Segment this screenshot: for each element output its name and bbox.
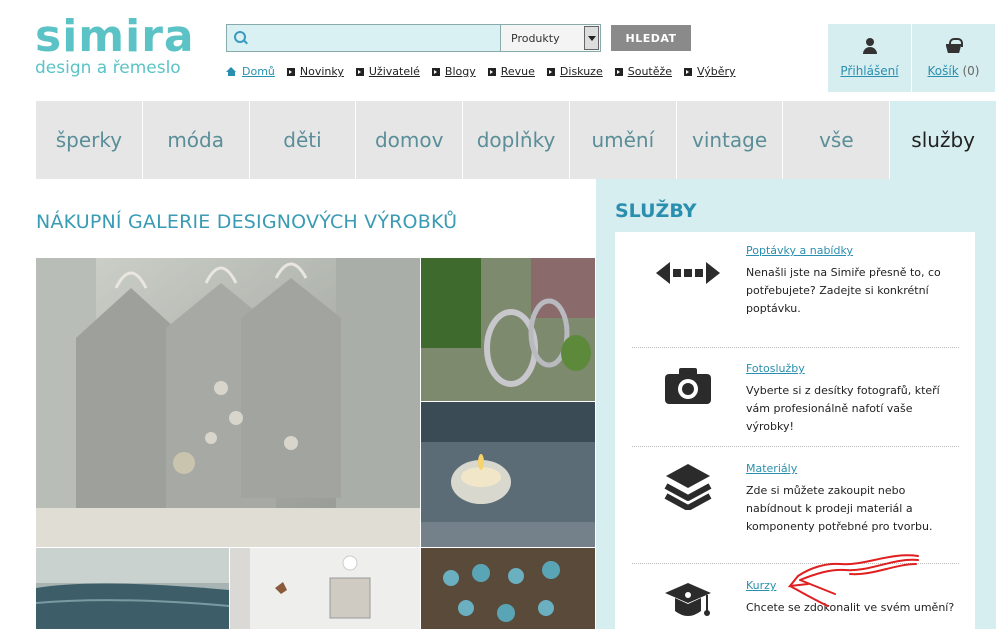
nav-item-users[interactable]: Uživatelé <box>355 65 420 78</box>
service-body: Materiály Zde si můžete zakoupit nebo na… <box>746 462 961 536</box>
service-item: Poptávky a nabídky Nenašli jste na Simiř… <box>632 244 959 348</box>
service-body: Kurzy Chcete se zdokonalit ve svém umění… <box>746 579 961 617</box>
tab-accessories[interactable]: doplňky <box>463 101 570 179</box>
logo[interactable]: simira design a řemeslo <box>35 11 195 79</box>
layers-icon <box>632 462 744 510</box>
login-cell[interactable]: Přihlášení <box>828 24 911 92</box>
login-link[interactable]: Přihlášení <box>840 64 898 78</box>
product-photo-interior[interactable] <box>230 548 420 629</box>
tab-fashion[interactable]: móda <box>142 101 250 179</box>
page: simira design a řemeslo Produkty HLEDAT … <box>0 0 1003 629</box>
service-item: Materiály Zde si můžete zakoupit nebo na… <box>632 462 959 564</box>
product-photo-bracelet[interactable] <box>421 548 595 629</box>
search-icon <box>227 25 249 51</box>
arrow-bullet-icon <box>684 67 693 76</box>
service-link-materials[interactable]: Materiály <box>746 462 961 475</box>
search-bar: Produkty <box>226 24 601 52</box>
tab-kids[interactable]: děti <box>249 101 357 179</box>
service-link-courses[interactable]: Kurzy <box>746 579 961 592</box>
arrows-icon <box>632 260 744 286</box>
page-title: NÁKUPNÍ GALERIE DESIGNOVÝCH VÝROBKŮ <box>36 211 458 233</box>
services-sidebar: SLUŽBY Poptávky a nabídky Nenašli jste n… <box>596 179 996 629</box>
nav-item-home[interactable]: Domů <box>226 65 275 78</box>
tab-home[interactable]: domov <box>356 101 464 179</box>
product-gallery <box>36 258 595 629</box>
product-photo-candle[interactable] <box>421 402 595 547</box>
product-photo-earrings[interactable] <box>421 258 595 401</box>
product-photo-fabric-houses[interactable] <box>36 258 420 547</box>
user-box: Přihlášení Košík (0) <box>828 24 995 92</box>
camera-icon <box>632 368 744 404</box>
service-item: Fotoslužby Vyberte si z desítky fotograf… <box>632 362 959 447</box>
service-description: Vyberte si z desítky fotografů, kteří vá… <box>746 384 940 433</box>
top-navigation: Domů Novinky Uživatelé Blogy Revue Disku… <box>226 65 748 78</box>
nav-link[interactable]: Soutěže <box>628 65 672 78</box>
logo-wordmark: simira <box>35 11 195 62</box>
tab-services[interactable]: služby <box>890 101 997 179</box>
product-photo-seascape[interactable] <box>36 548 229 629</box>
person-icon <box>862 38 878 54</box>
arrow-bullet-icon <box>487 67 496 76</box>
nav-link[interactable]: Domů <box>242 65 275 78</box>
nav-link[interactable]: Uživatelé <box>369 65 420 78</box>
nav-link[interactable]: Diskuze <box>560 65 603 78</box>
nav-link[interactable]: Revue <box>501 65 535 78</box>
search-category-select[interactable]: Produkty <box>500 25 600 51</box>
arrow-bullet-icon <box>355 67 364 76</box>
service-link-photo[interactable]: Fotoslužby <box>746 362 961 375</box>
service-item: Kurzy Chcete se zdokonalit ve svém umění… <box>632 579 959 629</box>
nav-link[interactable]: Novinky <box>300 65 344 78</box>
nav-item-selections[interactable]: Výběry <box>684 65 736 78</box>
service-link-requests[interactable]: Poptávky a nabídky <box>746 244 961 257</box>
tab-vintage[interactable]: vintage <box>676 101 784 179</box>
tab-jewelry[interactable]: šperky <box>36 101 143 179</box>
chevron-down-icon[interactable] <box>584 26 599 50</box>
graduation-cap-icon <box>632 581 744 621</box>
service-body: Poptávky a nabídky Nenašli jste na Simiř… <box>746 244 961 318</box>
category-tabs: šperky móda děti domov doplňky umění vin… <box>36 101 997 179</box>
search-category-value: Produkty <box>511 31 560 45</box>
logo-tagline: design a řemeslo <box>35 58 181 78</box>
nav-link[interactable]: Blogy <box>445 65 476 78</box>
services-panel: Poptávky a nabídky Nenašli jste na Simiř… <box>615 232 975 629</box>
tab-art[interactable]: umění <box>569 101 677 179</box>
search-button[interactable]: HLEDAT <box>611 25 691 51</box>
service-description: Zde si můžete zakoupit nebo nabídnout k … <box>746 484 933 533</box>
tab-all[interactable]: vše <box>783 101 891 179</box>
home-icon <box>226 67 237 76</box>
service-description: Chcete se zdokonalit ve svém umění? <box>746 601 955 614</box>
nav-item-contests[interactable]: Soutěže <box>614 65 672 78</box>
arrow-bullet-icon <box>546 67 555 76</box>
nav-link[interactable]: Výběry <box>697 65 736 78</box>
cart-count: (0) <box>962 64 980 78</box>
service-description: Nenašli jste na Simiře přesně to, co pot… <box>746 266 941 315</box>
sidebar-title: SLUŽBY <box>615 200 697 222</box>
cart-link[interactable]: Košík <box>928 64 959 78</box>
arrow-bullet-icon <box>286 67 295 76</box>
nav-item-discussion[interactable]: Diskuze <box>546 65 603 78</box>
nav-item-blogs[interactable]: Blogy <box>431 65 476 78</box>
service-body: Fotoslužby Vyberte si z desítky fotograf… <box>746 362 961 436</box>
arrow-bullet-icon <box>431 67 440 76</box>
cart-cell[interactable]: Košík (0) <box>911 24 995 92</box>
search-input[interactable] <box>249 25 500 51</box>
arrow-bullet-icon <box>614 67 623 76</box>
nav-item-news[interactable]: Novinky <box>286 65 344 78</box>
basket-icon <box>945 38 963 54</box>
nav-item-revue[interactable]: Revue <box>487 65 535 78</box>
